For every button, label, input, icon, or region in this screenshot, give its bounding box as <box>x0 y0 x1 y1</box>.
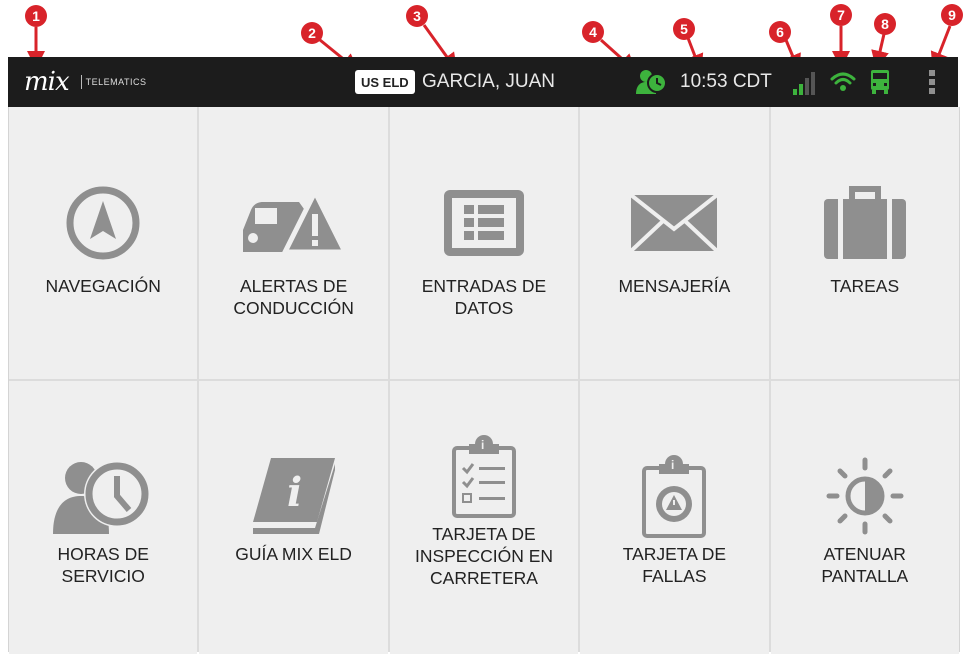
tile-label: HORAS DE SERVICIO <box>57 544 149 586</box>
wifi-icon <box>830 69 856 100</box>
inspection-card-icon: i <box>451 431 517 521</box>
svg-text:i: i <box>671 458 674 472</box>
vehicle-connection-icon[interactable] <box>869 69 891 100</box>
eld-mode-badge[interactable]: US ELD <box>355 70 415 94</box>
tile-driving-alerts[interactable]: ALERTAS DE CONDUCCIÓN <box>199 107 388 379</box>
logo-subtitle: TELEMATICS <box>85 77 147 87</box>
tile-label: TAREAS <box>830 276 900 296</box>
tile-roadside-inspection-card[interactable]: i TARJETA DE INSPECCIÓN EN CARRETERA <box>389 381 579 654</box>
svg-text:i: i <box>481 438 484 452</box>
driving-alerts-icon <box>239 173 349 273</box>
callout-4: 4 <box>582 21 604 43</box>
mix-telematics-logo: mix TELEMATICS <box>24 67 146 97</box>
callout-9: 9 <box>941 4 963 26</box>
tile-navigation[interactable]: NAVEGACIÓN <box>9 107 198 379</box>
callout-3: 3 <box>406 5 428 27</box>
faults-card-icon: i <box>641 451 707 541</box>
callout-markers: 1 2 3 4 5 6 7 8 9 <box>0 0 966 60</box>
tile-tasks[interactable]: TAREAS <box>770 107 959 379</box>
tile-label: MENSAJERÍA <box>618 276 731 296</box>
tile-label: TARJETA DE FALLAS <box>622 544 727 586</box>
tile-label: ALERTAS DE CONDUCCIÓN <box>233 276 354 318</box>
main-menu-grid: NAVEGACIÓN ALERTAS DE CONDUCCIÓN ENTRADA… <box>8 107 960 654</box>
tile-data-entries[interactable]: ENTRADAS DE DATOS <box>389 107 579 379</box>
tile-label: TARJETA DE INSPECCIÓN EN CARRETERA <box>414 524 554 588</box>
tile-label: NAVEGACIÓN <box>45 276 161 296</box>
hours-of-service-icon <box>51 451 155 541</box>
driver-name[interactable]: GARCIA, JUAN <box>422 71 555 93</box>
logo-mark: mix <box>24 67 70 97</box>
tile-dim-screen[interactable]: ATENUAR PANTALLA <box>770 381 959 654</box>
navigation-icon <box>63 173 143 273</box>
tile-faults-card[interactable]: i TARJETA DE FALLAS <box>580 381 769 654</box>
tile-label: ATENUAR PANTALLA <box>821 544 909 586</box>
callout-6: 6 <box>769 21 791 43</box>
tile-hours-of-service[interactable]: HORAS DE SERVICIO <box>9 381 198 654</box>
top-status-bar: mix TELEMATICS US ELD GARCIA, JUAN 10:53… <box>8 57 958 107</box>
tile-label: ENTRADAS DE DATOS <box>421 276 547 318</box>
callout-8: 8 <box>874 13 896 35</box>
data-entries-icon <box>442 173 526 273</box>
messaging-icon <box>629 173 719 273</box>
driver-status-icon[interactable] <box>636 68 668 101</box>
logo-divider <box>80 75 82 89</box>
callout-2: 2 <box>301 22 323 44</box>
dim-screen-icon <box>825 451 905 541</box>
guide-icon: i <box>251 451 337 541</box>
signal-strength-icon <box>792 70 818 101</box>
tile-mix-eld-guide[interactable]: i GUÍA MIX ELD <box>199 381 388 654</box>
tile-label: GUÍA MIX ELD <box>235 544 352 564</box>
callout-7: 7 <box>830 4 852 26</box>
clock-time: 10:53 CDT <box>680 71 772 92</box>
callout-5: 5 <box>673 18 695 40</box>
overflow-menu-icon[interactable] <box>927 69 937 100</box>
callout-1: 1 <box>25 5 47 27</box>
tasks-icon <box>822 173 908 273</box>
tile-messaging[interactable]: MENSAJERÍA <box>580 107 769 379</box>
svg-text:i: i <box>287 469 302 516</box>
